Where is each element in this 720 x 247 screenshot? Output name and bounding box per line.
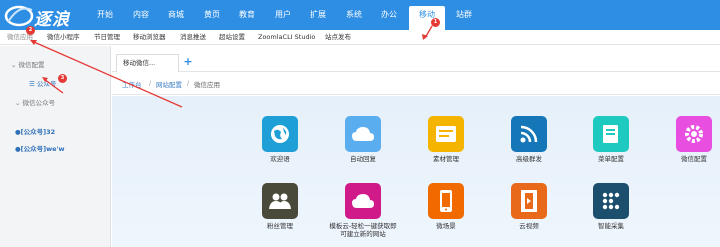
- tile-fans[interactable]: 粉丝管理: [245, 183, 315, 230]
- chevron-down-icon: ⌄: [15, 99, 23, 107]
- sidebar-account-wew[interactable]: ●[公众号]we'w: [15, 143, 65, 153]
- site-logo[interactable]: 逐浪: [4, 2, 86, 30]
- tile-template-cloud[interactable]: 模板云-轻松一键获取即可建立新的网站: [328, 183, 398, 238]
- tile-smart-collect[interactable]: 智能采集: [576, 183, 646, 230]
- tile-materials[interactable]: 素材管理: [411, 116, 481, 163]
- top-navbar: 逐浪 开始 内容 商城 黄页 教育 用户 扩展 系统 办公 移动 站群: [0, 0, 720, 30]
- add-tab-button[interactable]: +: [178, 54, 198, 72]
- logo-text: 逐浪: [34, 10, 70, 30]
- sidebar-account-32[interactable]: ●[公众号]32: [15, 126, 55, 136]
- tab-mobile-wechat[interactable]: 移动微信...: [116, 54, 179, 72]
- nav-system[interactable]: 系统: [342, 0, 366, 30]
- subnav-cli-studio[interactable]: ZoomlaCLI Studio: [258, 30, 315, 45]
- nav-education[interactable]: 教育: [235, 0, 259, 30]
- sidebar-group-wechat-config[interactable]: ⌄ 微信配置: [11, 59, 45, 69]
- cloud-icon: [345, 116, 381, 152]
- sidebar-group-wechat-accounts[interactable]: ⌄ 微信公众号: [15, 97, 55, 107]
- nav-yellowpages[interactable]: 黄页: [200, 0, 224, 30]
- sidebar-item-official-account[interactable]: ☰ 公众号: [29, 78, 56, 88]
- tile-welcome[interactable]: 欢迎语: [245, 116, 315, 163]
- nav-start[interactable]: 开始: [93, 0, 117, 30]
- breadcrumb-separator: /: [187, 79, 190, 87]
- film-icon: [511, 183, 547, 219]
- list-icon: ☰: [29, 80, 37, 88]
- subnav-holidays[interactable]: 节日管理: [94, 30, 120, 45]
- breadcrumb-site-config[interactable]: 网站配置: [156, 79, 182, 89]
- sub-navbar: 微信应用 微信小程序 节日管理 移动浏览器 消息推送 超站设置 ZoomlaCL…: [0, 30, 720, 45]
- nav-users[interactable]: 用户: [271, 0, 295, 30]
- tile-menu-config[interactable]: 菜单配置: [576, 116, 646, 163]
- tab-bar: 移动微信... +: [112, 46, 720, 72]
- nav-content[interactable]: 内容: [129, 0, 153, 30]
- gear-icon: [676, 116, 712, 152]
- subnav-site-publish[interactable]: 站点发布: [325, 30, 351, 45]
- tile-wechat-config[interactable]: 微信配置: [659, 116, 720, 163]
- breadcrumb: 工作台 / 网站配置 / 微信应用: [112, 73, 720, 95]
- annotation-badge-3: 3: [58, 74, 67, 83]
- phone-icon: [428, 183, 464, 219]
- tile-mass-send[interactable]: 高级群发: [494, 116, 564, 163]
- nav-extensions[interactable]: 扩展: [306, 0, 330, 30]
- chevron-down-icon: ⌄: [11, 61, 19, 69]
- subnav-super-site[interactable]: 超站设置: [219, 30, 245, 45]
- logo-icon: [4, 5, 34, 27]
- subnav-mobile-browser[interactable]: 移动浏览器: [133, 30, 166, 45]
- nav-mobile[interactable]: 移动: [409, 6, 445, 30]
- annotation-badge-2: 2: [26, 26, 35, 35]
- breadcrumb-separator: /: [149, 79, 152, 87]
- subnav-mini-program[interactable]: 微信小程序: [47, 30, 80, 45]
- nav-office[interactable]: 办公: [377, 0, 401, 30]
- book-icon: [593, 116, 629, 152]
- tile-cloud-video[interactable]: 云视频: [494, 183, 564, 230]
- users-icon: [262, 183, 298, 219]
- rss-icon: [511, 116, 547, 152]
- dots-icon: [593, 183, 629, 219]
- tile-micro-scene[interactable]: 微场景: [411, 183, 481, 230]
- nav-shop[interactable]: 商城: [164, 0, 188, 30]
- breadcrumb-workbench[interactable]: 工作台: [122, 79, 142, 89]
- nav-sitegroup[interactable]: 站群: [452, 0, 476, 30]
- breadcrumb-current: 微信应用: [194, 81, 220, 89]
- globe-icon: [262, 116, 298, 152]
- cloud-icon: [345, 183, 381, 219]
- tile-auto-reply[interactable]: 自动回复: [328, 116, 398, 163]
- card-icon: [428, 116, 464, 152]
- subnav-push[interactable]: 消息推送: [180, 30, 206, 45]
- annotation-badge-1: 1: [431, 18, 440, 27]
